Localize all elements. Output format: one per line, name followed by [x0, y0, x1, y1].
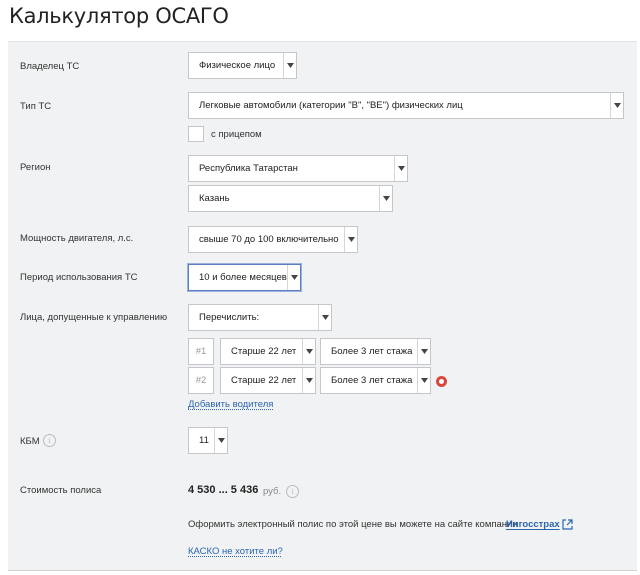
vehicle-type-label: Тип ТС — [20, 101, 52, 112]
chevron-down-icon — [318, 305, 331, 330]
vehicle-type-value: Легковые автомобили (категории "B", "BE"… — [199, 100, 463, 111]
region-label: Регион — [20, 162, 51, 173]
region-value: Республика Татарстан — [199, 163, 298, 174]
kasko-link[interactable]: КАСКО не хотите ли? — [188, 546, 283, 557]
drivers-mode-value: Перечислить: — [199, 312, 260, 323]
kbm-value: 11 — [199, 435, 209, 446]
period-value: 10 и более месяцев — [199, 272, 287, 283]
city-select[interactable]: Казань — [188, 185, 393, 212]
driver-number: #2 — [188, 367, 214, 394]
kbm-label: КБМ — [20, 436, 40, 447]
driver-experience-value: Более 3 лет стажа — [331, 375, 413, 386]
policy-cost-value: 4 530 ... 5 436 — [188, 484, 259, 496]
power-value: свыше 70 до 100 включительно — [199, 234, 339, 245]
purchase-note: Оформить электронный полис по этой цене … — [188, 519, 518, 530]
chevron-down-icon — [394, 156, 407, 181]
chevron-down-icon — [302, 339, 315, 364]
info-icon[interactable]: i — [43, 434, 56, 447]
chevron-down-icon — [283, 53, 296, 78]
owner-select[interactable]: Физическое лицо — [188, 52, 297, 79]
driver-age-select[interactable]: Старше 22 лет — [220, 367, 316, 394]
driver-age-value: Старше 22 лет — [231, 346, 297, 357]
trailer-checkbox-label[interactable]: с прицепом — [211, 129, 262, 140]
info-icon[interactable]: i — [286, 485, 299, 498]
owner-value: Физическое лицо — [199, 60, 276, 71]
kbm-select[interactable]: 11 — [188, 427, 228, 454]
period-select[interactable]: 10 и более месяцев — [188, 264, 301, 291]
driver-number: #1 — [188, 338, 214, 365]
chevron-down-icon — [287, 265, 300, 290]
chevron-down-icon — [379, 186, 392, 211]
company-link[interactable]: Ингосстрах — [506, 519, 560, 530]
add-driver-link[interactable]: Добавить водителя — [188, 399, 273, 410]
city-value: Казань — [199, 193, 230, 204]
page-title: Калькулятор ОСАГО — [9, 4, 229, 28]
chevron-down-icon — [417, 368, 430, 393]
driver-age-value: Старше 22 лет — [231, 375, 297, 386]
vehicle-type-select[interactable]: Легковые автомобили (категории "B", "BE"… — [188, 92, 624, 119]
chevron-down-icon — [214, 428, 227, 453]
driver-experience-select[interactable]: Более 3 лет стажа — [320, 367, 431, 394]
external-link-icon[interactable] — [562, 519, 573, 533]
drivers-label: Лица, допущенные к управлению — [20, 312, 168, 323]
remove-driver-icon[interactable] — [436, 376, 447, 387]
owner-label: Владелец ТС — [20, 61, 80, 72]
period-label: Период использования ТС — [20, 272, 138, 283]
chevron-down-icon — [302, 368, 315, 393]
trailer-checkbox[interactable] — [188, 126, 204, 142]
drivers-mode-select[interactable]: Перечислить: — [188, 304, 332, 331]
driver-age-select[interactable]: Старше 22 лет — [220, 338, 316, 365]
chevron-down-icon — [610, 93, 623, 118]
currency-label: руб. — [263, 486, 282, 497]
region-select[interactable]: Республика Татарстан — [188, 155, 408, 182]
power-label: Мощность двигателя, л.с. — [20, 233, 134, 244]
driver-experience-select[interactable]: Более 3 лет стажа — [320, 338, 431, 365]
chevron-down-icon — [344, 227, 357, 252]
chevron-down-icon — [417, 339, 430, 364]
cost-label: Стоимость полиса — [20, 485, 102, 496]
power-select[interactable]: свыше 70 до 100 включительно — [188, 226, 358, 253]
driver-experience-value: Более 3 лет стажа — [331, 346, 413, 357]
